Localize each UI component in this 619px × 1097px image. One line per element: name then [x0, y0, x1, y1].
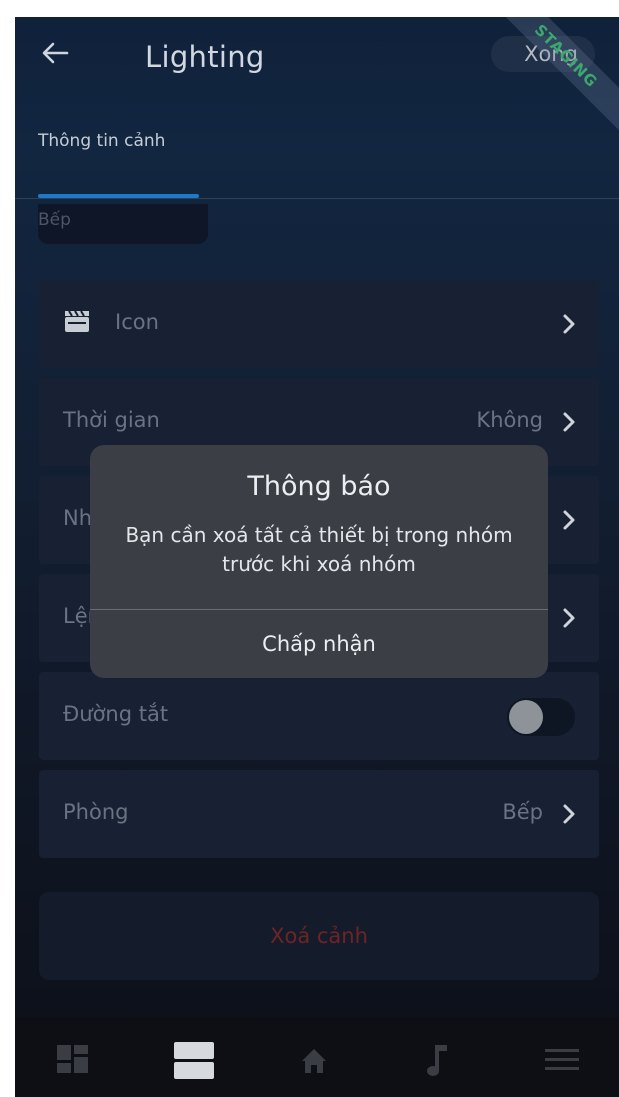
time-row-value: Không [476, 408, 543, 432]
bottom-nav [15, 1017, 619, 1097]
scene-name-field[interactable]: Bếp [38, 204, 208, 244]
music-icon [427, 1045, 447, 1076]
dashboard-icon [57, 1045, 88, 1073]
shortcut-row: Đường tắt [39, 672, 599, 760]
shortcut-row-label: Đường tắt [63, 702, 169, 726]
chevron-right-icon [563, 412, 575, 432]
chevron-right-icon [563, 314, 575, 334]
back-button[interactable] [39, 37, 79, 77]
tab-divider [15, 198, 619, 199]
nav-music[interactable] [425, 1039, 481, 1083]
scenes-icon [174, 1042, 214, 1079]
tab-scene-info[interactable]: Thông tin cảnh [38, 131, 165, 151]
nav-scenes[interactable] [172, 1039, 228, 1083]
delete-scene-button[interactable]: Xoá cảnh [39, 892, 599, 980]
icon-row-label: Icon [115, 310, 159, 334]
icon-row[interactable]: Icon [39, 280, 599, 368]
dialog-message: Bạn cần xoá tất cả thiết bị trong nhóm t… [125, 523, 513, 576]
accept-button[interactable]: Chấp nhận [90, 611, 548, 677]
menu-icon [545, 1049, 579, 1070]
dialog-title: Thông báo [247, 471, 391, 502]
chevron-right-icon [563, 510, 575, 530]
app-screen: Lighting Xong STAGING Thông tin cảnh Bếp… [15, 17, 619, 1097]
home-icon [302, 1049, 326, 1073]
nav-dashboard[interactable] [55, 1039, 111, 1083]
toggle-knob [509, 700, 543, 734]
chevron-right-icon [563, 804, 575, 824]
room-row-label: Phòng [63, 800, 129, 824]
room-row-value: Bếp [502, 800, 543, 824]
nav-menu[interactable] [543, 1039, 599, 1083]
page-title: Lighting [145, 40, 265, 74]
clapperboard-icon [65, 310, 89, 332]
room-row[interactable]: Phòng Bếp [39, 770, 599, 858]
staging-ribbon: STAGING [481, 17, 619, 141]
back-arrow-icon [42, 42, 69, 64]
dialog-divider [90, 609, 548, 610]
chevron-right-icon [563, 608, 575, 628]
alert-dialog: Thông báo Bạn cần xoá tất cả thiết bị tr… [90, 445, 548, 678]
time-row-label: Thời gian [63, 408, 160, 432]
shortcut-toggle[interactable] [507, 698, 575, 736]
nav-home[interactable] [300, 1039, 356, 1083]
